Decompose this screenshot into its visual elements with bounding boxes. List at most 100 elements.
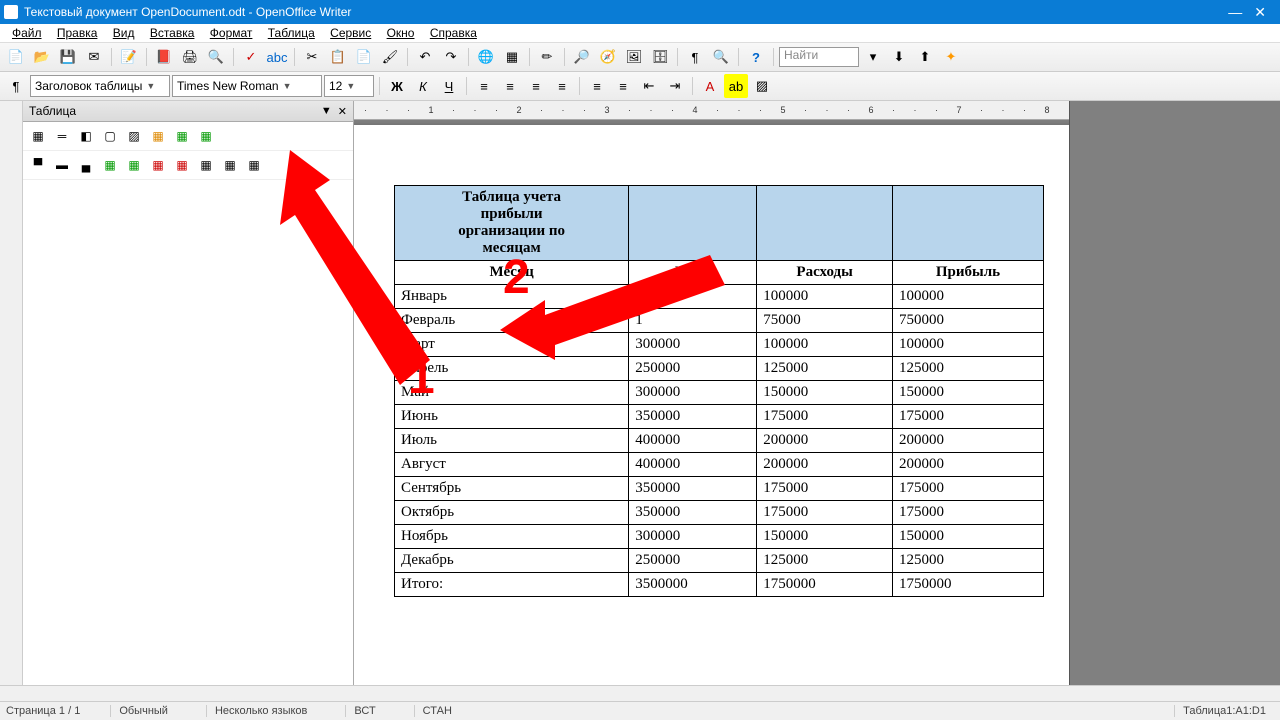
top-align-icon[interactable]: ▀	[27, 154, 49, 176]
table-cell[interactable]: 150000	[757, 381, 893, 405]
table-cell[interactable]: 100000	[893, 285, 1044, 309]
table-grid-icon[interactable]: ▦	[27, 125, 49, 147]
ins-row-icon[interactable]: ▦	[99, 154, 121, 176]
panel-pin-icon[interactable]: ▼	[321, 105, 332, 118]
table-cell[interactable]: Январь	[395, 285, 629, 309]
table-cell[interactable]: 100000	[757, 333, 893, 357]
sort-icon[interactable]: ▦	[243, 154, 265, 176]
profit-table[interactable]: Таблица учета прибыли организации по мес…	[394, 185, 1044, 597]
align-right-icon[interactable]: ≡	[524, 74, 548, 98]
table-cell[interactable]: Сентябрь	[395, 477, 629, 501]
table-cell[interactable]: Июль	[395, 429, 629, 453]
preview-icon[interactable]: 🔍	[204, 45, 228, 69]
line-style-icon[interactable]: ═	[51, 125, 73, 147]
table-cell[interactable]: Март	[395, 333, 629, 357]
menu-edit[interactable]: Правка	[51, 24, 104, 42]
help-icon[interactable]: ?	[744, 45, 768, 69]
table-cell[interactable]: 200000	[757, 453, 893, 477]
table-cell[interactable]: 200000	[629, 285, 757, 309]
merge-icon[interactable]: ▦	[147, 125, 169, 147]
table-cell[interactable]: Май	[395, 381, 629, 405]
table-cell[interactable]: Ноябрь	[395, 525, 629, 549]
table-cell[interactable]: Октябрь	[395, 501, 629, 525]
table-cell[interactable]: 250000	[629, 549, 757, 573]
table-cell[interactable]: 1	[629, 309, 757, 333]
table-cell[interactable]: 125000	[893, 549, 1044, 573]
menu-format[interactable]: Формат	[204, 24, 259, 42]
header-cell[interactable]	[893, 186, 1044, 261]
underline-icon[interactable]: Ч	[437, 74, 461, 98]
table-row[interactable]: Август400000200000200000	[395, 453, 1044, 477]
table-row[interactable]: Январь200000100000100000	[395, 285, 1044, 309]
edit-icon[interactable]: 📝	[117, 45, 141, 69]
menu-insert[interactable]: Вставка	[144, 24, 201, 42]
menu-help[interactable]: Справка	[424, 24, 483, 42]
menu-table[interactable]: Таблица	[262, 24, 321, 42]
table-cell[interactable]: 300000	[629, 525, 757, 549]
autocheck-icon[interactable]: abc	[265, 45, 289, 69]
table-row[interactable]: Март300000100000100000	[395, 333, 1044, 357]
redo-icon[interactable]: ↷	[439, 45, 463, 69]
find-all-icon[interactable]: ✦	[939, 45, 963, 69]
spellcheck-icon[interactable]: ✓	[239, 45, 263, 69]
table-row[interactable]: Сентябрь350000175000175000	[395, 477, 1044, 501]
italic-icon[interactable]: К	[411, 74, 435, 98]
font-name-combo[interactable]: Times New Roman▼	[172, 75, 322, 97]
paste-icon[interactable]: 📄	[352, 45, 376, 69]
line-color-icon[interactable]: ◧	[75, 125, 97, 147]
col-income[interactable]: Доход	[629, 261, 757, 285]
font-color-icon[interactable]: A	[698, 74, 722, 98]
align-left-icon[interactable]: ≡	[472, 74, 496, 98]
table-cell[interactable]: 300000	[629, 381, 757, 405]
table-cell[interactable]: 400000	[629, 453, 757, 477]
table-cell[interactable]: 175000	[757, 477, 893, 501]
save-icon[interactable]: 💾	[56, 45, 80, 69]
minimize-button[interactable]: —	[1228, 4, 1242, 21]
table-row[interactable]: Октябрь350000175000175000	[395, 501, 1044, 525]
col-month[interactable]: Месяц	[395, 261, 629, 285]
table-row[interactable]: Итого:350000017500001750000	[395, 573, 1044, 597]
find-prev-icon[interactable]: ⬇	[887, 45, 911, 69]
dec-indent-icon[interactable]: ⇤	[637, 74, 661, 98]
bullets-icon[interactable]: ≡	[611, 74, 635, 98]
bg-icon[interactable]: ▨	[123, 125, 145, 147]
find-icon[interactable]: 🔎	[570, 45, 594, 69]
highlight-icon[interactable]: ab	[724, 74, 748, 98]
table-cell[interactable]: 150000	[893, 525, 1044, 549]
find-next-icon[interactable]: ⬆	[913, 45, 937, 69]
inc-indent-icon[interactable]: ⇥	[663, 74, 687, 98]
table-title-cell[interactable]: Таблица учета прибыли организации по мес…	[395, 186, 629, 261]
table-cell[interactable]: 1750000	[893, 573, 1044, 597]
panel-close-icon[interactable]: ✕	[338, 105, 347, 118]
bg-color-icon[interactable]: ▨	[750, 74, 774, 98]
find-dd-icon[interactable]: ▾	[861, 45, 885, 69]
header-cell[interactable]	[757, 186, 893, 261]
split-icon[interactable]: ▦	[171, 125, 193, 147]
new-doc-icon[interactable]: 📄	[4, 45, 28, 69]
mid-align-icon[interactable]: ▬	[51, 154, 73, 176]
table-cell[interactable]: 200000	[757, 429, 893, 453]
table-cell[interactable]: 350000	[629, 477, 757, 501]
ins-col-icon[interactable]: ▦	[123, 154, 145, 176]
table-cell[interactable]: 175000	[757, 501, 893, 525]
table-cell[interactable]: 75000	[757, 309, 893, 333]
print-icon[interactable]: 🖨	[178, 45, 202, 69]
table-cell[interactable]: 350000	[629, 501, 757, 525]
table-row[interactable]: Ноябрь300000150000150000	[395, 525, 1044, 549]
table-cell[interactable]: 175000	[893, 477, 1044, 501]
draw-icon[interactable]: ✏	[535, 45, 559, 69]
copy-icon[interactable]: 📋	[326, 45, 350, 69]
menu-view[interactable]: Вид	[107, 24, 141, 42]
align-justify-icon[interactable]: ≡	[550, 74, 574, 98]
paragraph-style-combo[interactable]: Заголовок таблицы▼	[30, 75, 170, 97]
font-size-combo[interactable]: 12▼	[324, 75, 374, 97]
del-row-icon[interactable]: ▦	[147, 154, 169, 176]
numbering-icon[interactable]: ≡	[585, 74, 609, 98]
email-icon[interactable]: ✉	[82, 45, 106, 69]
table-cell[interactable]: 750000	[893, 309, 1044, 333]
table-cell[interactable]: 350000	[629, 405, 757, 429]
table-cell[interactable]: Июнь	[395, 405, 629, 429]
table-cell[interactable]: 200000	[893, 429, 1044, 453]
table-cell[interactable]: 175000	[893, 405, 1044, 429]
pdf-icon[interactable]: 📕	[152, 45, 176, 69]
